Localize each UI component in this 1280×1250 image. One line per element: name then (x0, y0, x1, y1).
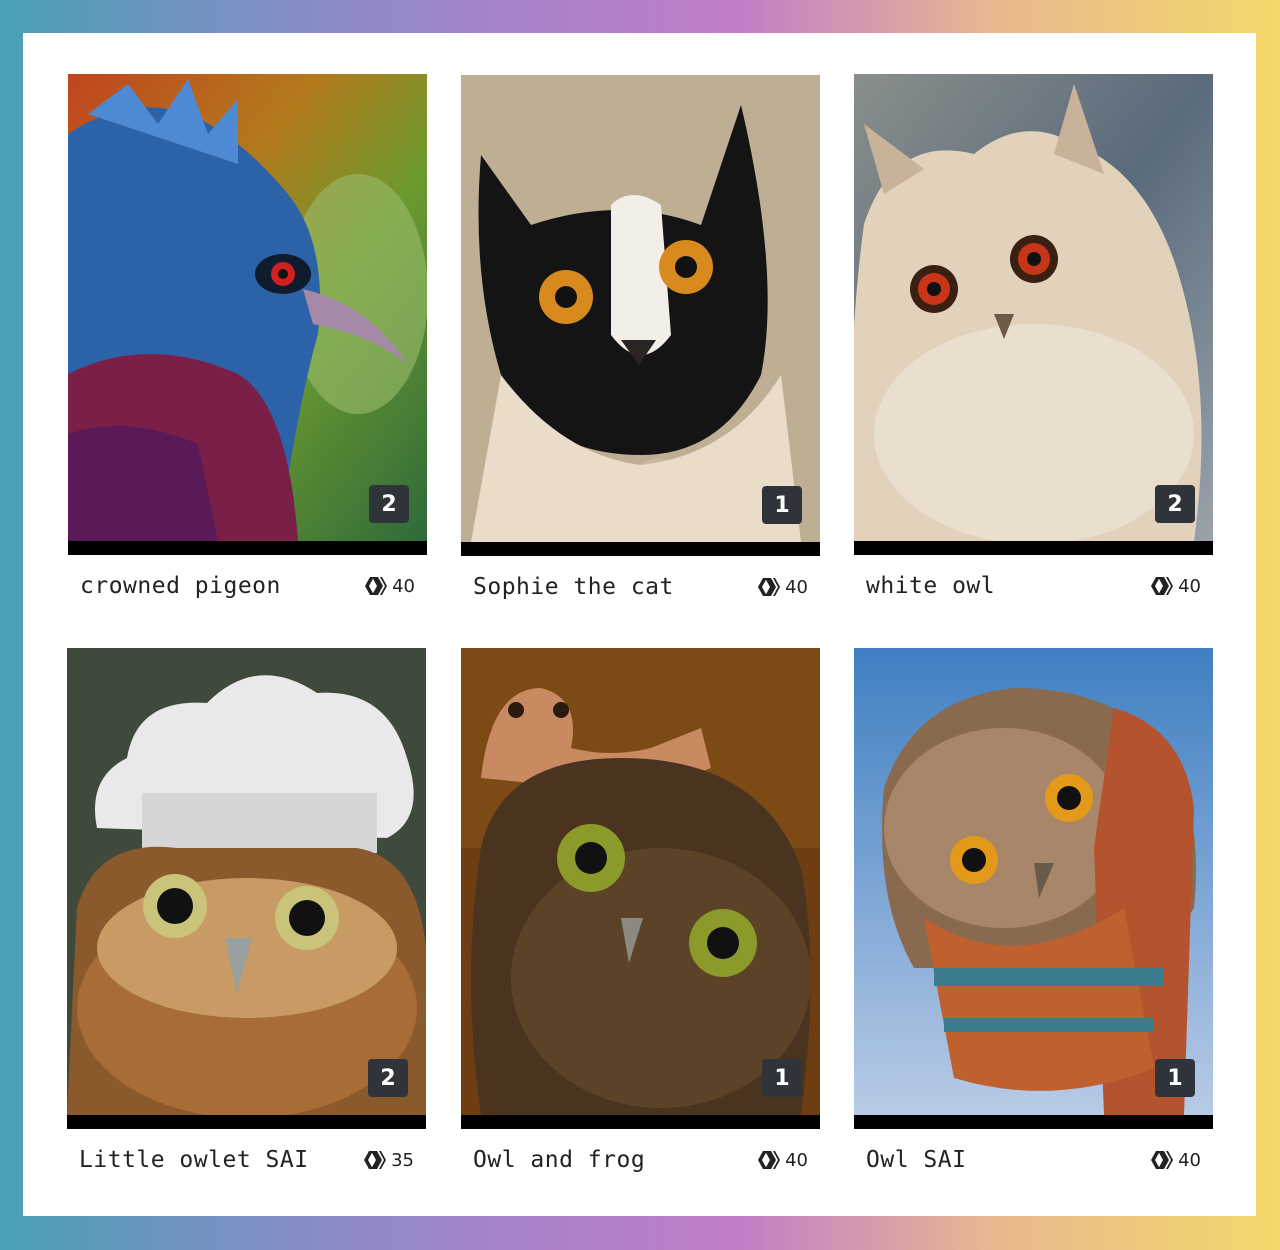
card-price: 40 (1150, 1149, 1201, 1171)
price-value: 40 (1178, 575, 1201, 597)
hive-icon (364, 1151, 387, 1169)
little-owlet-sai-artwork (67, 648, 426, 1115)
card-artwork[interactable]: 1 (854, 648, 1213, 1129)
gallery-panel: 2 crowned pigeon 40 1 Sophie the cat 40 … (23, 33, 1256, 1216)
nft-card-sophie-the-cat[interactable]: 1 Sophie the cat 40 (461, 75, 820, 600)
nft-card-white-owl[interactable]: 2 white owl 40 (854, 74, 1213, 599)
card-price: 40 (757, 576, 808, 598)
hive-icon (1151, 1151, 1174, 1169)
card-artwork[interactable]: 2 (854, 74, 1213, 555)
card-artwork[interactable]: 1 (461, 75, 820, 556)
edition-count-badge: 2 (1155, 485, 1195, 523)
edition-count-badge: 2 (368, 1059, 408, 1097)
owl-sai-artwork (854, 648, 1213, 1115)
edition-count-badge: 1 (762, 486, 802, 524)
card-price: 35 (363, 1149, 414, 1171)
white-owl-artwork (854, 74, 1213, 541)
price-value: 40 (785, 1149, 808, 1171)
hive-icon (758, 578, 781, 596)
card-title[interactable]: crowned pigeon (80, 573, 281, 599)
card-price: 40 (364, 575, 415, 597)
card-title[interactable]: Little owlet SAI (79, 1147, 309, 1173)
hive-icon (1151, 577, 1174, 595)
nft-card-crowned-pigeon[interactable]: 2 crowned pigeon 40 (68, 74, 427, 599)
edition-count-badge: 1 (762, 1059, 802, 1097)
nft-card-owl-and-frog[interactable]: 1 Owl and frog 40 (461, 648, 820, 1173)
owl-and-frog-artwork (461, 648, 820, 1115)
hive-icon (758, 1151, 781, 1169)
edition-count-badge: 2 (369, 485, 409, 523)
card-title[interactable]: Owl and frog (473, 1147, 645, 1173)
price-value: 40 (392, 575, 415, 597)
card-title[interactable]: white owl (866, 573, 995, 599)
price-value: 40 (785, 576, 808, 598)
price-value: 40 (1178, 1149, 1201, 1171)
card-title[interactable]: Sophie the cat (473, 574, 674, 600)
crowned-pigeon-artwork (68, 74, 427, 541)
nft-card-owl-sai[interactable]: 1 Owl SAI 40 (854, 648, 1213, 1173)
edition-count-badge: 1 (1155, 1059, 1195, 1097)
sophie-the-cat-artwork (461, 75, 820, 542)
price-value: 35 (391, 1149, 414, 1171)
card-price: 40 (757, 1149, 808, 1171)
card-artwork[interactable]: 1 (461, 648, 820, 1129)
nft-card-little-owlet-sai[interactable]: 2 Little owlet SAI 35 (67, 648, 426, 1173)
card-price: 40 (1150, 575, 1201, 597)
card-artwork[interactable]: 2 (67, 648, 426, 1129)
card-title[interactable]: Owl SAI (866, 1147, 966, 1173)
hive-icon (365, 577, 388, 595)
card-artwork[interactable]: 2 (68, 74, 427, 555)
